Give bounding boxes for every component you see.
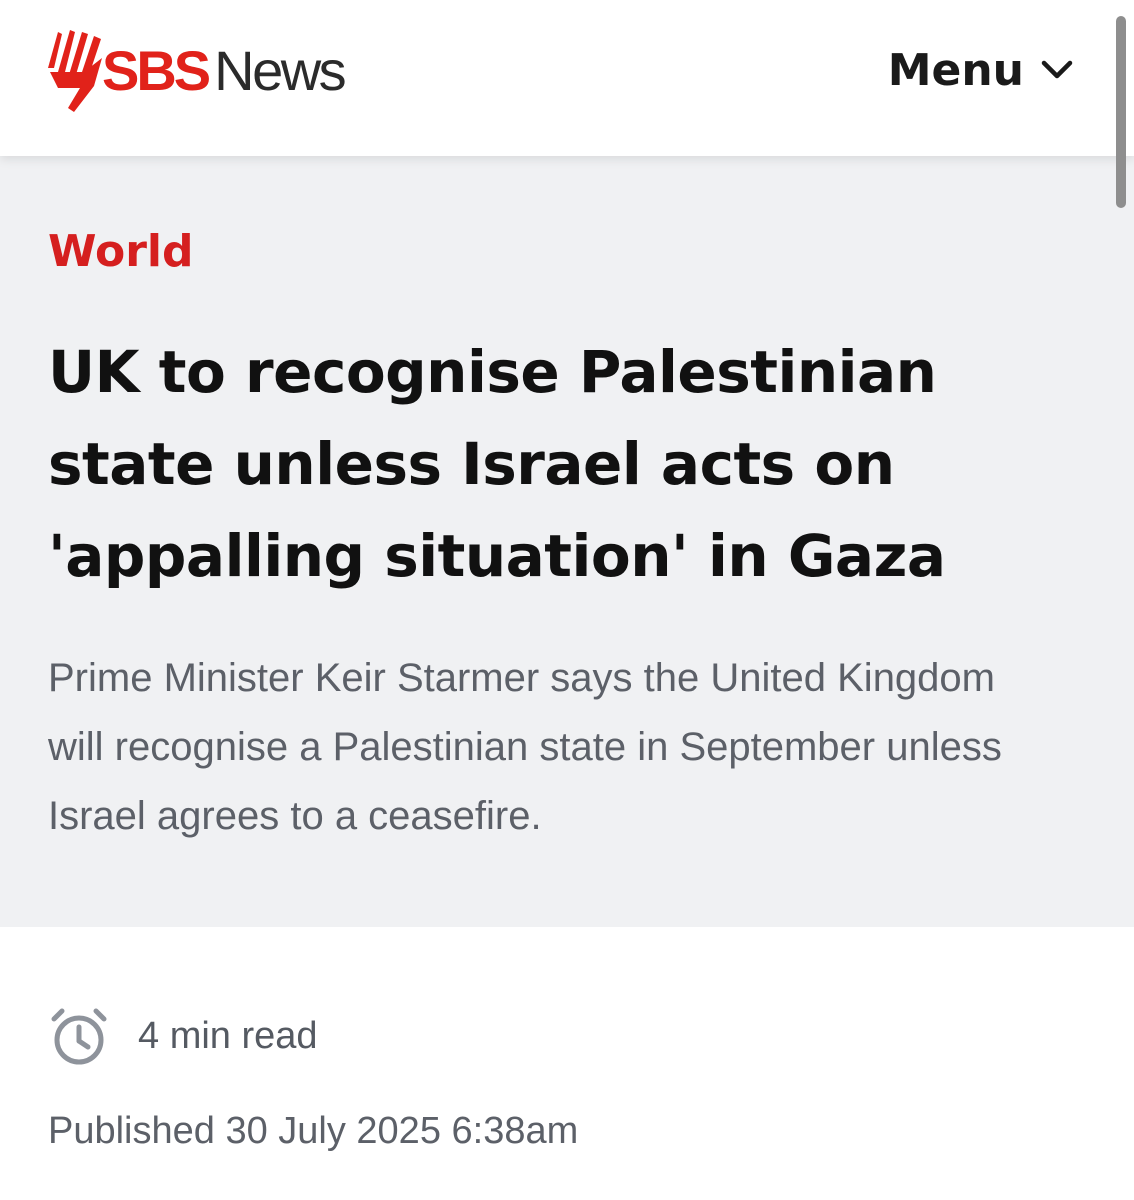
- article-standfirst: Prime Minister Keir Starmer says the Uni…: [48, 656, 1002, 838]
- logo-sbs-text: SBS: [102, 39, 211, 102]
- published-date: Published 30 July 2025 6:38am: [48, 1110, 579, 1152]
- menu-label: Menu: [887, 44, 1024, 96]
- article-headline: UK to recognise Palestinian state unless…: [48, 338, 946, 590]
- site-header: SBS News Menu: [0, 0, 1134, 156]
- read-time: 4 min read: [138, 1014, 318, 1057]
- page-scrollbar[interactable]: [1116, 16, 1126, 208]
- category-link[interactable]: World: [48, 230, 193, 274]
- sbs-news-logo[interactable]: SBS News: [44, 26, 347, 116]
- sbs-wave-logo-icon: [48, 30, 102, 112]
- chevron-down-icon: [1041, 60, 1073, 79]
- article-hero: World UK to recognise Palestinian state …: [0, 156, 1134, 927]
- clock-icon: [51, 1008, 107, 1065]
- logo-news-text: News: [214, 39, 347, 102]
- read-time-row: 4 min read: [48, 1004, 318, 1068]
- menu-button[interactable]: Menu: [888, 40, 1074, 100]
